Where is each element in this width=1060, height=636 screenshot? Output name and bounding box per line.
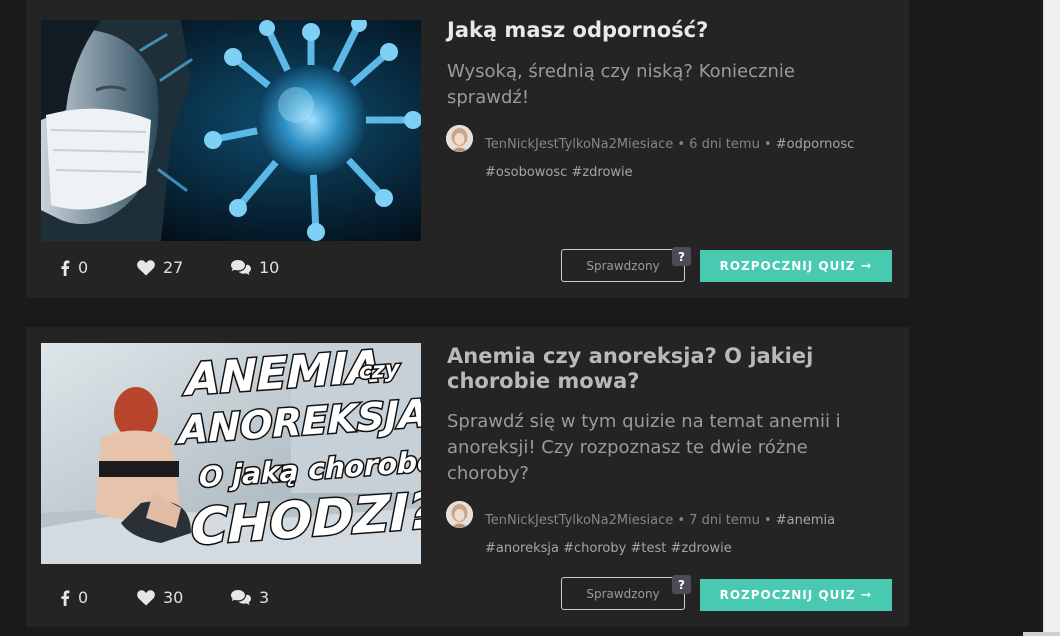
tag-link[interactable]: #anemia bbox=[776, 513, 835, 528]
verified-help-badge[interactable]: ? bbox=[672, 575, 691, 594]
like-stat[interactable]: 30 bbox=[137, 588, 183, 607]
scrollbar-corner bbox=[1023, 632, 1060, 636]
quiz-card: Jaką masz odporność? Wysoką, średnią czy… bbox=[26, 0, 909, 298]
meta-separator: • bbox=[677, 137, 686, 152]
heart-icon bbox=[137, 589, 155, 606]
avatar-image bbox=[446, 125, 473, 152]
tag-link[interactable]: #choroby bbox=[563, 541, 626, 556]
start-quiz-label: ROZPOCZNIJ QUIZ bbox=[719, 588, 856, 602]
thumb-text-line1-small: czy bbox=[359, 357, 401, 385]
like-stat[interactable]: 27 bbox=[137, 258, 183, 277]
avatar-image bbox=[446, 501, 473, 528]
like-count: 30 bbox=[163, 588, 184, 607]
start-quiz-button[interactable]: ROZPOCZNIJ QUIZ ➞ bbox=[700, 250, 892, 282]
comment-count: 3 bbox=[259, 588, 270, 607]
tag-link[interactable]: #test bbox=[630, 541, 666, 556]
quiz-time: 6 dni temu bbox=[689, 137, 760, 152]
quiz-time: 7 dni temu bbox=[689, 513, 760, 528]
start-quiz-button[interactable]: ROZPOCZNIJ QUIZ ➞ bbox=[700, 579, 892, 611]
share-stat[interactable]: 0 bbox=[60, 588, 88, 607]
tag-link[interactable]: #osobowosc bbox=[485, 165, 567, 180]
meta-separator: • bbox=[763, 137, 772, 152]
comment-stat[interactable]: 10 bbox=[231, 258, 279, 277]
quiz-description: Sprawdź się w tym quizie na temat anemii… bbox=[447, 411, 841, 484]
author-name[interactable]: TenNickJestTylkoNa2Miesiace bbox=[485, 137, 673, 152]
meta-text: TenNickJestTylkoNa2Miesiace • 6 dni temu… bbox=[485, 131, 865, 187]
meta-separator: • bbox=[677, 513, 686, 528]
anemia-image: ANEMIA czy ANOREKSJA? O jaką chorobę CHO… bbox=[41, 343, 421, 564]
quiz-thumbnail[interactable]: ANEMIA czy ANOREKSJA? O jaką chorobę CHO… bbox=[41, 343, 421, 564]
arrow-right-icon: ➞ bbox=[860, 587, 873, 603]
tag-link[interactable]: #anoreksja bbox=[485, 541, 559, 556]
tag-link[interactable]: #zdrowie bbox=[571, 165, 632, 180]
share-count: 0 bbox=[78, 588, 89, 607]
quiz-description: Wysoką, średnią czy niską? Koniecznie sp… bbox=[447, 61, 795, 108]
author-avatar[interactable] bbox=[446, 125, 473, 152]
tag-link[interactable]: #zdrowie bbox=[670, 541, 731, 556]
facebook-icon bbox=[60, 260, 70, 276]
verified-button[interactable]: Sprawdzony bbox=[561, 249, 685, 282]
start-quiz-label: ROZPOCZNIJ QUIZ bbox=[719, 259, 856, 273]
quiz-title[interactable]: Anemia czy anoreksja? O jakiej chorobie … bbox=[447, 344, 817, 394]
share-count: 0 bbox=[78, 258, 89, 277]
comments-icon bbox=[231, 260, 251, 275]
quiz-thumbnail[interactable] bbox=[41, 20, 421, 241]
author-name[interactable]: TenNickJestTylkoNa2Miesiace bbox=[485, 513, 673, 528]
comment-count: 10 bbox=[259, 258, 280, 277]
scrollbar-edge bbox=[1043, 0, 1044, 636]
quiz-title[interactable]: Jaką masz odporność? bbox=[447, 18, 817, 43]
like-count: 27 bbox=[163, 258, 184, 277]
share-stat[interactable]: 0 bbox=[60, 258, 88, 277]
quiz-card: ANEMIA czy ANOREKSJA? O jaką chorobę CHO… bbox=[26, 327, 909, 627]
meta-separator: • bbox=[763, 513, 772, 528]
facebook-icon bbox=[60, 590, 70, 606]
page-scrollbar[interactable] bbox=[1023, 0, 1060, 636]
heart-icon bbox=[137, 259, 155, 276]
arrow-right-icon: ➞ bbox=[860, 258, 873, 274]
tag-link[interactable]: #odpornosc bbox=[776, 137, 855, 152]
comment-stat[interactable]: 3 bbox=[231, 588, 269, 607]
verified-help-badge[interactable]: ? bbox=[672, 247, 691, 266]
author-avatar[interactable] bbox=[446, 501, 473, 528]
virus-image bbox=[41, 20, 421, 241]
comments-icon bbox=[231, 590, 251, 605]
meta-text: TenNickJestTylkoNa2Miesiace • 7 dni temu… bbox=[485, 507, 865, 563]
verified-button[interactable]: Sprawdzony bbox=[561, 577, 685, 610]
